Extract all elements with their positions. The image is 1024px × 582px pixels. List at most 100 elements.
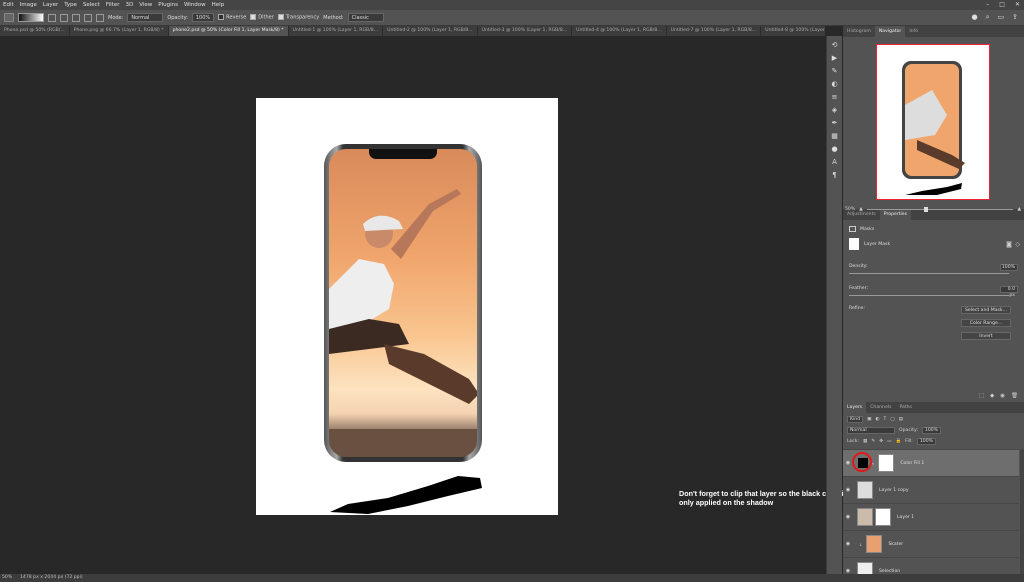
kind-filter-select[interactable]: Kind xyxy=(847,416,864,423)
method-select[interactable]: Classic xyxy=(347,13,384,22)
tab-document[interactable]: Untitled-7 @ 100% (Layer 1, RGB/8... xyxy=(667,26,762,36)
zoom-slider-knob[interactable] xyxy=(923,206,928,212)
tab-document[interactable]: Untitled-1 @ 100% (Layer 1, RGB/8... xyxy=(289,26,384,36)
eye-icon[interactable]: ◉ xyxy=(843,541,853,547)
menu-image[interactable]: Image xyxy=(17,0,40,10)
lock-move-icon[interactable]: ✥ xyxy=(879,439,883,444)
tab-document[interactable]: Untitled-2 @ 100% (Layer 1, RGB/8... xyxy=(383,26,478,36)
status-zoom[interactable]: 50% xyxy=(2,575,12,580)
filter-type-icon[interactable]: T xyxy=(883,417,886,422)
reverse-checkbox[interactable]: Reverse xyxy=(218,14,246,21)
zoom-slider[interactable] xyxy=(866,206,1014,212)
swatch-icon[interactable]: ▦ xyxy=(830,131,840,141)
blend-mode-select[interactable]: Normal xyxy=(847,427,895,434)
opacity-field[interactable]: 100% xyxy=(191,13,215,22)
menu-filter[interactable]: Filter xyxy=(103,0,123,10)
navigator-thumbnail[interactable] xyxy=(876,44,990,200)
layer-name[interactable]: Color Fill 1 xyxy=(900,461,924,466)
navigator-zoom-value[interactable]: 50% xyxy=(845,207,855,212)
workspace-icon[interactable]: ▭ xyxy=(998,13,1005,22)
dither-checkbox[interactable]: Dither xyxy=(250,14,274,21)
maximize-icon[interactable]: □ xyxy=(999,0,1005,10)
zoom-out-icon[interactable]: ▲ xyxy=(859,207,863,212)
tab-document-active[interactable]: phone2.psd @ 50% (Color Fill 1, Layer Ma… xyxy=(168,26,289,36)
radial-gradient-icon[interactable] xyxy=(60,13,68,22)
fill-field[interactable]: 100% xyxy=(916,438,936,445)
feather-field[interactable]: 0.0 px xyxy=(1000,286,1018,298)
menu-select[interactable]: Select xyxy=(80,0,103,10)
layer-row[interactable]: ◉ Layer 1 copy xyxy=(843,476,1019,503)
menu-view[interactable]: View xyxy=(136,0,155,10)
vector-mask-icon[interactable]: ◇ xyxy=(1015,241,1020,248)
circle-icon[interactable]: ● xyxy=(830,144,840,154)
type-icon[interactable]: A xyxy=(830,157,840,167)
invert-button[interactable]: Invert xyxy=(961,332,1011,340)
pen-icon[interactable]: ✒ xyxy=(830,118,840,128)
gradient-picker[interactable] xyxy=(18,13,44,22)
diamond-gradient-icon[interactable] xyxy=(96,13,104,22)
lock-all-icon[interactable]: 🔒 xyxy=(895,439,901,444)
feather-slider[interactable] xyxy=(849,295,1009,296)
user-icon[interactable]: ● xyxy=(971,13,977,22)
tab-document[interactable]: Untitled-3 @ 100% (Layer 1, RGB/8... xyxy=(478,26,573,36)
layer-name[interactable]: Layer 1 copy xyxy=(879,488,909,493)
filter-adjust-icon[interactable]: ◐ xyxy=(875,417,879,422)
layer-row-selected[interactable]: ◉ ∞ Color Fill 1 xyxy=(843,449,1019,476)
canvas-area[interactable]: Don't forget to clip that layer so the b… xyxy=(0,36,848,574)
layer-mask-thumbnail[interactable] xyxy=(849,238,859,250)
density-field[interactable]: 100% xyxy=(1000,264,1018,271)
menu-3d[interactable]: 3D xyxy=(122,0,136,10)
mask-toggle-icon[interactable]: ◙ xyxy=(1006,241,1012,248)
cube-icon[interactable]: ◈ xyxy=(830,105,840,115)
brush-icon[interactable]: ✎ xyxy=(830,66,840,76)
mode-select[interactable]: Normal xyxy=(127,13,164,22)
linear-gradient-icon[interactable] xyxy=(48,13,56,22)
visibility-icon[interactable]: ◉ xyxy=(1000,393,1005,399)
layer-mask-thumbnail[interactable] xyxy=(878,454,895,472)
apply-mask-icon[interactable]: ◆ xyxy=(990,393,994,399)
menu-edit[interactable]: Edit xyxy=(0,0,17,10)
lock-artboard-icon[interactable]: ▭ xyxy=(887,439,891,444)
lock-brush-icon[interactable]: ✎ xyxy=(871,439,875,444)
menu-help[interactable]: Help xyxy=(209,0,228,10)
layer-name[interactable]: Layer 1 xyxy=(897,515,914,520)
minimize-icon[interactable]: – xyxy=(986,0,989,10)
filter-shape-icon[interactable]: ▢ xyxy=(890,417,894,422)
load-selection-icon[interactable]: ⬚ xyxy=(979,393,984,399)
color-range-button[interactable]: Color Range... xyxy=(961,319,1011,327)
layers-scrollbar[interactable] xyxy=(1020,449,1024,579)
transparency-checkbox[interactable]: Transparency xyxy=(277,14,319,21)
tab-info[interactable]: Info xyxy=(905,26,922,37)
history-icon[interactable]: ⟲ xyxy=(830,40,840,50)
adjust-icon[interactable]: ◐ xyxy=(830,79,840,89)
lock-pixels-icon[interactable]: ▦ xyxy=(863,439,867,444)
close-icon[interactable]: ✕ xyxy=(1015,0,1020,10)
tab-document[interactable]: Phone.psd @ 50% (RGB/... xyxy=(0,26,70,36)
search-icon[interactable]: ⌕ xyxy=(986,13,990,22)
document-canvas[interactable] xyxy=(256,98,558,515)
zoom-in-icon[interactable]: ▲ xyxy=(1017,207,1021,212)
settings-icon[interactable]: ≡ xyxy=(830,92,840,102)
tab-channels[interactable]: Channels xyxy=(866,402,895,413)
eye-icon[interactable]: ◉ xyxy=(843,487,853,493)
tab-document[interactable]: Phone.png @ 66.7% (Layer 1, RGB/8) * xyxy=(70,26,169,36)
layer-opacity-field[interactable]: 100% xyxy=(921,427,942,434)
angle-gradient-icon[interactable] xyxy=(72,13,80,22)
layer-name[interactable]: Skater xyxy=(888,542,903,547)
tab-navigator[interactable]: Navigator xyxy=(874,26,906,37)
filter-smart-icon[interactable]: ▤ xyxy=(899,417,903,422)
reflected-gradient-icon[interactable] xyxy=(84,13,92,22)
tab-document[interactable]: Untitled-4 @ 100% (Layer 1, RGB/8... xyxy=(572,26,667,36)
tab-document[interactable]: Untitled-8 @ 100% (Layer 1, RGB/8... xyxy=(761,26,825,36)
layer-mask-thumbnail[interactable] xyxy=(875,508,891,526)
tab-layers[interactable]: Layers xyxy=(843,402,867,413)
menu-window[interactable]: Window xyxy=(181,0,209,10)
density-slider[interactable] xyxy=(849,273,1009,274)
tab-histogram[interactable]: Histogram xyxy=(843,26,875,37)
menu-type[interactable]: Type xyxy=(61,0,80,10)
share-icon[interactable]: ⇪ xyxy=(1012,13,1018,22)
filter-pixel-icon[interactable]: ▣ xyxy=(867,417,871,422)
layer-row[interactable]: ◉ ↓ Skater xyxy=(843,530,1019,557)
play-icon[interactable]: ▶ xyxy=(830,53,840,63)
menu-layer[interactable]: Layer xyxy=(40,0,61,10)
